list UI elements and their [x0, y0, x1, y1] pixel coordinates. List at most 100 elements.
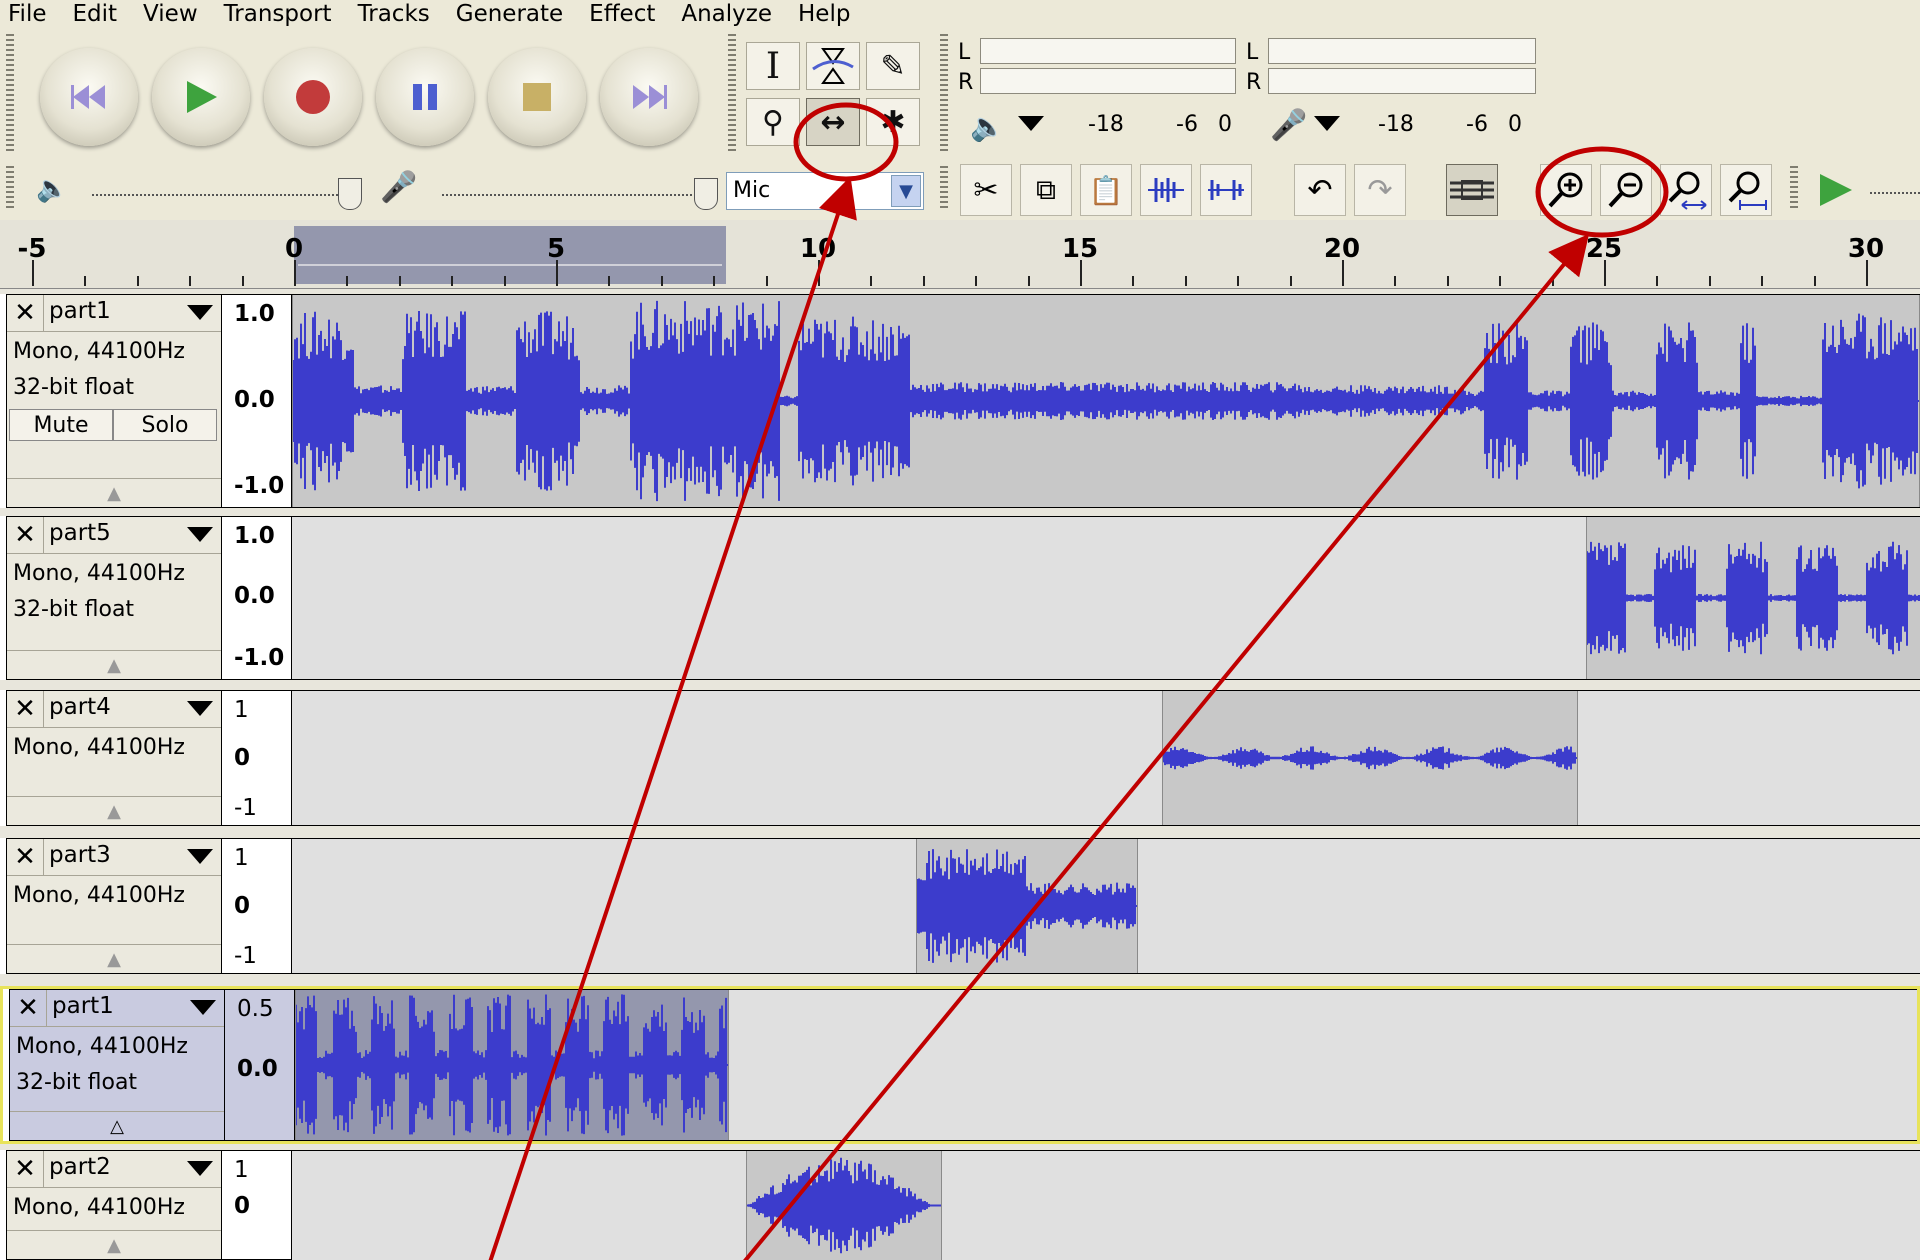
audio-clip[interactable] — [292, 295, 1920, 507]
play-icon — [1820, 174, 1852, 206]
solo-button[interactable]: Solo — [113, 409, 217, 441]
audio-clip[interactable] — [1162, 691, 1578, 825]
undo-button[interactable]: ↶ — [1294, 164, 1346, 216]
menu-help[interactable]: Help — [794, 1, 868, 27]
track-menu-dropdown[interactable] — [187, 701, 213, 716]
menu-tracks[interactable]: Tracks — [354, 1, 448, 27]
audio-clip[interactable] — [916, 839, 1138, 973]
stop-button[interactable] — [488, 48, 586, 146]
track-menu-dropdown[interactable] — [187, 1161, 213, 1176]
audio-clip[interactable] — [1586, 517, 1920, 679]
chevron-down-icon[interactable]: ▼ — [891, 175, 921, 207]
skip-start-button[interactable] — [40, 48, 138, 146]
record-button[interactable] — [264, 48, 362, 146]
close-icon[interactable]: ✕ — [7, 839, 44, 875]
draw-tool-button[interactable]: ✎ — [866, 42, 920, 90]
skip-end-button[interactable] — [600, 48, 698, 146]
record-meter-dropdown[interactable] — [1314, 116, 1340, 131]
track-name-row: ✕ part5 — [7, 517, 221, 554]
waveform-lane[interactable] — [292, 516, 1920, 680]
track-name-row: ✕ part1 — [7, 295, 221, 332]
collapse-track-button[interactable]: ▲ — [7, 944, 221, 973]
multi-tool-button[interactable]: ✱ — [866, 98, 920, 146]
menu-view[interactable]: View — [139, 1, 216, 27]
waveform-lane[interactable] — [295, 989, 1917, 1141]
zoom-out-button[interactable] — [1600, 164, 1652, 216]
track-name-row: ✕ part1 — [10, 990, 224, 1027]
close-icon[interactable]: ✕ — [7, 295, 44, 331]
selection-tool-button[interactable]: I — [746, 42, 800, 90]
play-button[interactable] — [152, 48, 250, 146]
envelope-icon — [812, 48, 854, 84]
close-icon[interactable]: ✕ — [7, 517, 44, 553]
scissors-icon: ✂ — [973, 172, 999, 208]
pause-icon — [413, 84, 437, 110]
menu-edit[interactable]: Edit — [69, 1, 136, 27]
menu-analyze[interactable]: Analyze — [677, 1, 790, 27]
waveform-lane[interactable] — [292, 1150, 1920, 1260]
input-source-select[interactable]: Mic ▼ — [726, 172, 924, 210]
zoom-tool-button[interactable]: ⚲ — [746, 98, 800, 146]
pencil-icon: ✎ — [880, 48, 906, 84]
playback-meter-dropdown[interactable] — [1018, 116, 1044, 131]
playback-meter-left — [980, 38, 1236, 64]
mute-button[interactable]: Mute — [9, 409, 113, 441]
envelope-tool-button[interactable] — [806, 42, 860, 90]
toolbar-grip[interactable] — [940, 166, 948, 210]
menu-transport[interactable]: Transport — [220, 1, 350, 27]
collapse-track-button[interactable]: ▲ — [7, 796, 221, 825]
close-icon[interactable]: ✕ — [10, 990, 47, 1026]
cut-button[interactable]: ✂ — [960, 164, 1012, 216]
playback-volume-thumb[interactable] — [338, 178, 362, 210]
toolbar-grip[interactable] — [6, 166, 14, 210]
toolbar-grip[interactable] — [940, 34, 948, 154]
waveform-lane[interactable] — [292, 690, 1920, 826]
play-at-speed-button[interactable] — [1810, 164, 1862, 216]
toolbar-grip[interactable] — [6, 34, 14, 154]
timeline-ruler[interactable]: -5 0 5 10 15 20 25 30 — [0, 220, 1920, 289]
waveform-lane[interactable] — [292, 294, 1920, 508]
menu-file[interactable]: File — [4, 1, 65, 27]
undo-icon: ↶ — [1307, 172, 1333, 208]
track-menu-dropdown[interactable] — [187, 527, 213, 542]
ruler-tick — [503, 276, 506, 286]
collapse-track-button[interactable]: △ — [10, 1111, 224, 1140]
close-icon[interactable]: ✕ — [7, 1151, 44, 1187]
fit-project-button[interactable] — [1720, 164, 1772, 216]
pause-button[interactable] — [376, 48, 474, 146]
silence-button[interactable] — [1200, 164, 1252, 216]
toolbar-grip[interactable] — [1790, 166, 1798, 210]
menu-effect[interactable]: Effect — [585, 1, 673, 27]
scale-mid-label: 0.0 — [234, 583, 275, 609]
copy-button[interactable]: ⧉ — [1020, 164, 1072, 216]
time-shift-tool-button[interactable]: ↔ — [806, 98, 860, 146]
zoom-in-button[interactable] — [1540, 164, 1592, 216]
playback-volume-slider[interactable] — [92, 194, 354, 196]
trim-button[interactable] — [1140, 164, 1192, 216]
sync-lock-icon — [1450, 180, 1494, 200]
sync-lock-button[interactable] — [1446, 164, 1498, 216]
record-volume-slider[interactable] — [442, 194, 704, 196]
track-menu-dropdown[interactable] — [190, 1000, 216, 1015]
scale-mid-label: 0 — [234, 893, 251, 919]
track-menu-dropdown[interactable] — [187, 305, 213, 320]
collapse-track-button[interactable]: ▲ — [7, 478, 221, 507]
collapse-track-button[interactable]: ▲ — [7, 650, 221, 679]
menu-generate[interactable]: Generate — [452, 1, 581, 27]
input-source-value: Mic — [733, 178, 771, 203]
audio-clip[interactable] — [295, 990, 729, 1140]
fit-selection-button[interactable] — [1660, 164, 1712, 216]
play-speed-slider[interactable] — [1870, 192, 1920, 194]
redo-button[interactable]: ↷ — [1354, 164, 1406, 216]
record-volume-thumb[interactable] — [694, 178, 718, 210]
ruler-tick — [1237, 276, 1240, 286]
ruler-tick — [32, 260, 34, 286]
track-menu-dropdown[interactable] — [187, 849, 213, 864]
collapse-track-button[interactable]: ▲ — [7, 1230, 221, 1259]
paste-button[interactable]: 📋 — [1080, 164, 1132, 216]
waveform-lane[interactable] — [292, 838, 1920, 974]
audio-clip[interactable] — [746, 1151, 942, 1260]
toolbar-grip[interactable] — [728, 34, 736, 154]
close-icon[interactable]: ✕ — [7, 691, 44, 727]
toolbar-area: I ✎ ⚲ ↔ ✱ L R L R 🔈 -18 -6 0 🎤 -18 -6 0 … — [0, 28, 1920, 221]
